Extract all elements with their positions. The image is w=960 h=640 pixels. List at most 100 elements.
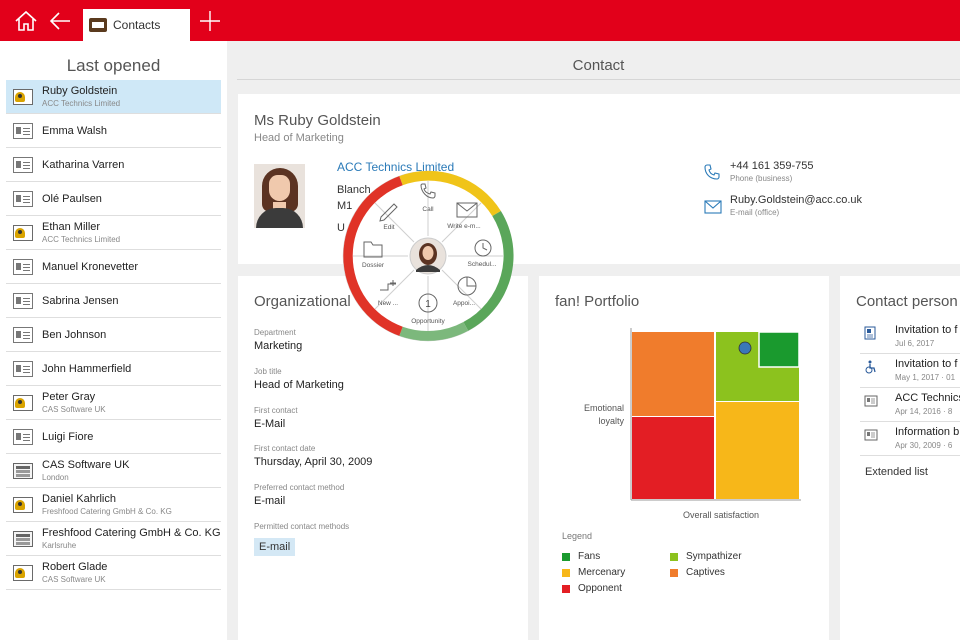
back-arrow-icon[interactable] — [38, 0, 82, 41]
person-icon — [13, 88, 33, 105]
sidebar-item[interactable]: Luigi Fiore — [6, 420, 221, 454]
field-label: Department — [254, 328, 296, 337]
contact-card-icon — [13, 360, 33, 377]
legend-item: Opponent — [562, 583, 622, 594]
sidebar-item[interactable]: Olé Paulsen — [6, 182, 221, 216]
field-value: E-Mail — [254, 418, 286, 430]
field-label: Job title — [254, 367, 282, 376]
contact-card-icon — [13, 258, 33, 275]
svg-text:1: 1 — [425, 299, 431, 310]
sidebar-item[interactable]: Katharina Varren — [6, 148, 221, 182]
sidebar-item-subtitle: ACC Technics Limited — [42, 235, 121, 244]
sidebar-item-name: Daniel Kahrlich — [42, 493, 116, 505]
email-value[interactable]: Ruby.Goldstein@acc.co.uk — [730, 194, 862, 206]
field-value: Marketing — [254, 340, 303, 352]
legend-item: Sympathizer — [670, 551, 742, 562]
contact-person-date: Apr 14, 2016 · 8 — [895, 407, 953, 416]
wheelchair-icon — [864, 360, 878, 374]
contact-person-title: Contact person — [856, 293, 958, 310]
avatar[interactable] — [254, 164, 305, 228]
sidebar-item-name: Ruby Goldstein — [42, 85, 118, 97]
legend-item: Mercenary — [562, 567, 625, 578]
contact-person-date: May 1, 2017 · 01 — [895, 373, 956, 382]
sidebar-item[interactable]: Sabrina Jensen — [6, 284, 221, 318]
sidebar-item-subtitle: London — [42, 473, 69, 482]
sidebar-item-name: Emma Walsh — [42, 124, 107, 137]
organizational-title: Organizational — [254, 293, 351, 310]
sidebar-item-name: John Hammerfield — [42, 362, 132, 375]
contact-card-icon — [13, 326, 33, 343]
person-icon — [13, 224, 33, 241]
sidebar-item[interactable]: John Hammerfield — [6, 352, 221, 386]
field-label: First contact date — [254, 444, 316, 453]
sidebar-item-subtitle: CAS Software UK — [42, 575, 106, 584]
fans-zone — [758, 331, 800, 368]
sidebar-item-name: CAS Software UK — [42, 459, 130, 471]
sidebar-item[interactable]: Daniel Kahrlich Freshfood Catering GmbH &… — [6, 488, 221, 522]
field-value: Thursday, April 30, 2009 — [254, 456, 373, 468]
sidebar: Last opened Ruby Goldstein ACC Technics L… — [0, 41, 227, 640]
sidebar-item-name: Olé Paulsen — [42, 192, 102, 205]
sidebar-item[interactable]: Robert Glade CAS Software UK — [6, 556, 221, 590]
contact-person-date: Apr 30, 2009 · 6 — [895, 441, 953, 450]
sidebar-item[interactable]: Ruby Goldstein ACC Technics Limited — [6, 80, 221, 114]
svg-text:Call: Call — [422, 206, 434, 213]
phone-value[interactable]: +44 161 359-755 — [730, 160, 814, 172]
divider — [860, 421, 960, 422]
email-label: E-mail (office) — [730, 208, 780, 217]
portfolio-ylabel-2: loyalty — [598, 416, 624, 426]
sidebar-item[interactable]: Freshfood Catering GmbH & Co. KG Karlsruh… — [6, 522, 221, 556]
sidebar-item-name: Luigi Fiore — [42, 430, 94, 443]
field-value: Head of Marketing — [254, 379, 344, 391]
company-icon — [13, 530, 33, 547]
phone-icon — [704, 164, 720, 185]
sidebar-item-name: Ben Johnson — [42, 328, 107, 341]
tab-contacts[interactable]: Contacts — [83, 9, 190, 41]
sidebar-item[interactable]: Peter Gray CAS Software UK — [6, 386, 221, 420]
sidebar-item-name: Sabrina Jensen — [42, 294, 119, 307]
sidebar-item-name: Ethan Miller — [42, 221, 101, 233]
contact-card-icon — [13, 428, 33, 445]
plus-icon[interactable] — [188, 0, 232, 41]
sidebar-item-name: Manuel Kronevetter — [42, 260, 138, 273]
sidebar-item-subtitle: ACC Technics Limited — [42, 99, 121, 108]
sidebar-item-subtitle: Karlsruhe — [42, 541, 77, 550]
svg-text:Appoi...: Appoi... — [453, 300, 475, 307]
permitted-method-chip: E-mail — [254, 538, 296, 556]
sidebar-item[interactable]: Emma Walsh — [6, 114, 221, 148]
sidebar-item[interactable]: Manuel Kronevetter — [6, 250, 221, 284]
legend-item: Captives — [670, 567, 725, 578]
svg-text:Schedul...: Schedul... — [468, 261, 497, 268]
sidebar-item-name: Katharina Varren — [42, 158, 125, 171]
company-icon — [13, 462, 33, 479]
top-bar: Contacts — [0, 0, 960, 41]
contact-person-card: Contact person Extended list Invitation … — [840, 276, 960, 640]
wheel-center-avatar[interactable] — [409, 237, 447, 275]
svg-text:Opportunity: Opportunity — [411, 318, 445, 325]
contact-card-icon — [13, 190, 33, 207]
svg-text:New ...: New ... — [378, 300, 398, 307]
field-label: Preferred contact method — [254, 483, 345, 492]
contact-job: Head of Marketing — [254, 132, 344, 144]
sidebar-item-subtitle: CAS Software UK — [42, 405, 106, 414]
svg-text:Dossier: Dossier — [362, 262, 385, 269]
email-icon — [704, 200, 722, 219]
sidebar-list: Ruby Goldstein ACC Technics Limited Emma W… — [6, 80, 221, 590]
field-label: Permitted contact methods — [254, 522, 350, 531]
mercenary-zone — [716, 402, 799, 499]
sidebar-item[interactable]: Ethan Miller ACC Technics Limited — [6, 216, 221, 250]
person-icon — [13, 394, 33, 411]
portfolio-marker — [738, 341, 752, 355]
opponent-zone — [632, 417, 714, 499]
sidebar-item[interactable]: Ben Johnson — [6, 318, 221, 352]
divider — [860, 353, 960, 354]
extended-list-link[interactable]: Extended list — [865, 466, 928, 478]
card-icon — [864, 428, 878, 441]
divider — [860, 455, 960, 456]
portfolio-ylabel-1: Emotional — [584, 403, 624, 413]
sidebar-item[interactable]: CAS Software UK London — [6, 454, 221, 488]
svg-text:Write e-m...: Write e-m... — [447, 223, 481, 230]
sidebar-item-name: Freshfood Catering GmbH & Co. KG — [42, 527, 221, 539]
sidebar-item-name: Robert Glade — [42, 561, 108, 573]
legend-title: Legend — [562, 531, 593, 541]
